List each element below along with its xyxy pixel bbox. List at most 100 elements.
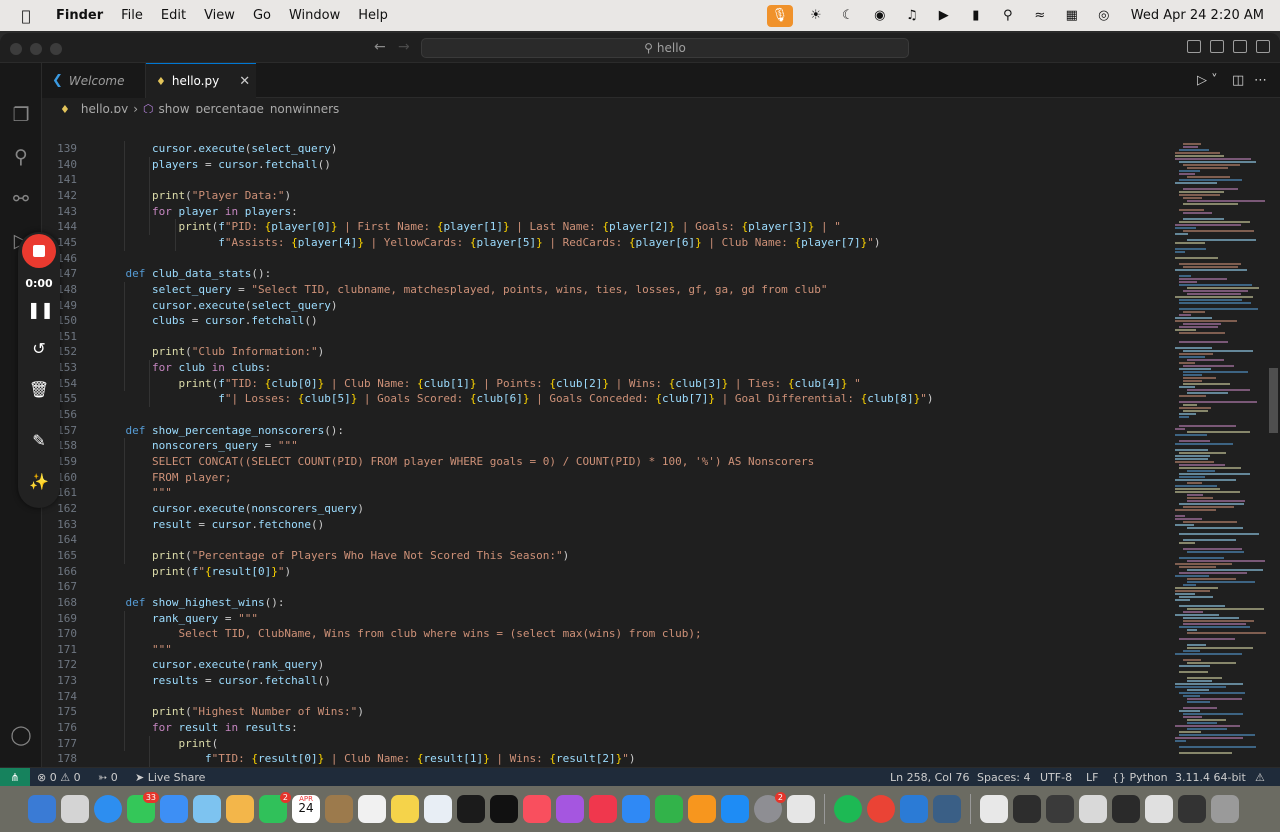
code-line[interactable]: 152 print("Club Information:") xyxy=(42,344,1167,360)
scrollbar-thumb[interactable] xyxy=(1269,368,1278,433)
menu-edit[interactable]: Edit xyxy=(161,8,186,23)
window-thumbnail-icon[interactable] xyxy=(1145,795,1173,823)
tab-welcome[interactable]: ❮ Welcome xyxy=(42,63,146,98)
vertical-scrollbar[interactable] xyxy=(1267,113,1280,769)
split-editor-icon[interactable]: ◫ xyxy=(1232,73,1244,88)
account-icon[interactable]: ◯ xyxy=(9,723,33,747)
live-share-button[interactable]: ➤ Live Share xyxy=(135,771,205,784)
code-line[interactable]: 145 f"Assists: {player[4]} | YellowCards… xyxy=(42,235,1167,251)
code-line[interactable]: 173 results = cursor.fetchall() xyxy=(42,673,1167,689)
moon-icon[interactable]: ☾ xyxy=(839,8,857,23)
menu-window[interactable]: Window xyxy=(289,8,340,23)
remote-indicator-icon[interactable]: ⋔ xyxy=(0,768,30,786)
code-line[interactable]: 153 for club in clubs: xyxy=(42,360,1167,376)
reminders-app-icon[interactable] xyxy=(358,795,386,823)
finder-app-icon[interactable] xyxy=(28,795,56,823)
facetime-app-icon[interactable]: 2 xyxy=(259,792,291,823)
vscode-app-icon[interactable] xyxy=(900,795,928,823)
code-line[interactable]: 163 result = cursor.fetchone() xyxy=(42,517,1167,533)
menu-file[interactable]: File xyxy=(121,8,143,23)
bell-icon[interactable]: ⚠ xyxy=(1255,771,1265,784)
command-center-search[interactable]: ⚲ hello xyxy=(421,38,909,58)
encoding[interactable]: UTF-8 xyxy=(1040,771,1072,784)
messages-app-icon[interactable]: 33 xyxy=(127,792,159,823)
launchpad-app-icon[interactable] xyxy=(61,795,89,823)
close-window-button[interactable] xyxy=(10,43,22,55)
code-line[interactable]: 155 f"| Losses: {club[5]} | Goals Scored… xyxy=(42,391,1167,407)
code-line[interactable]: 169 rank_query = """ xyxy=(42,611,1167,627)
search-icon[interactable]: ⚲ xyxy=(999,8,1017,23)
code-line[interactable]: 148 select_query = "Select TID, clubname… xyxy=(42,282,1167,298)
system-settings-app-icon[interactable]: 2 xyxy=(754,792,786,823)
code-line[interactable]: 178 f"TID: {result[0]} | Club Name: {res… xyxy=(42,751,1167,767)
window-thumbnail-icon[interactable] xyxy=(1013,795,1041,823)
code-line[interactable]: 141 xyxy=(42,172,1167,188)
roblox-app-icon[interactable] xyxy=(787,795,815,823)
wifi-icon[interactable]: ≈ xyxy=(1031,8,1049,23)
arrow-right-icon[interactable]: → xyxy=(398,39,410,55)
menu-clock[interactable]: Wed Apr 24 2:20 AM xyxy=(1131,8,1264,23)
brightness-icon[interactable]: ☀ xyxy=(807,8,825,23)
run-file-icon[interactable]: ▷ ˅ xyxy=(1197,73,1218,88)
window-thumbnail-icon[interactable] xyxy=(1112,795,1140,823)
document-icon[interactable] xyxy=(980,795,1008,823)
search-icon[interactable]: ⚲ xyxy=(9,145,33,169)
code-line[interactable]: 158 nonscorers_query = """ xyxy=(42,438,1167,454)
code-line[interactable]: 166 print(f"{result[0]}") xyxy=(42,564,1167,580)
source-control-icon[interactable]: ⚯ xyxy=(9,187,33,211)
control-center-icon[interactable]: ▦ xyxy=(1063,8,1081,23)
keynote-app-icon[interactable] xyxy=(622,795,650,823)
more-actions-icon[interactable]: ⋯ xyxy=(1254,73,1267,88)
effects-wand-icon[interactable]: ✨ xyxy=(27,470,51,494)
window-thumbnail-icon[interactable] xyxy=(1079,795,1107,823)
headphones-icon[interactable]: ♫ xyxy=(903,8,921,23)
trash-icon[interactable] xyxy=(1211,795,1239,823)
code-line[interactable]: 151 xyxy=(42,329,1167,345)
calendar-app-icon[interactable]: APR 24 xyxy=(292,795,320,823)
minimize-window-button[interactable] xyxy=(30,43,42,55)
code-line[interactable]: 156 xyxy=(42,407,1167,423)
toggle-secondary-sidebar-icon[interactable] xyxy=(1233,40,1247,53)
arrow-left-icon[interactable]: ← xyxy=(374,39,386,55)
language-mode[interactable]: {} Python xyxy=(1112,771,1168,784)
app-store-app-icon[interactable] xyxy=(721,795,749,823)
code-editor[interactable]: 139 cursor.execute(select_query) 140 play… xyxy=(42,113,1167,769)
explorer-files-icon[interactable]: ❐ xyxy=(9,103,33,127)
mail-app-icon[interactable] xyxy=(160,795,188,823)
pause-icon[interactable]: ❚❚ xyxy=(27,298,54,322)
code-line[interactable]: 170 Select TID, ClubName, Wins from club… xyxy=(42,626,1167,642)
mysql-workbench-app-icon[interactable] xyxy=(933,795,961,823)
code-line[interactable]: 177 print( xyxy=(42,736,1167,752)
siri-icon[interactable]: ◎ xyxy=(1095,8,1113,23)
code-line[interactable]: 172 cursor.execute(rank_query) xyxy=(42,657,1167,673)
code-line[interactable]: 139 cursor.execute(select_query) xyxy=(42,141,1167,157)
apple-tv-app-icon[interactable] xyxy=(490,795,518,823)
window-thumbnail-icon[interactable] xyxy=(1046,795,1074,823)
code-line[interactable]: 159 SELECT CONCAT((SELECT COUNT(PID) FRO… xyxy=(42,454,1167,470)
problems-indicator[interactable]: ⊗ 0 ⚠ 0 xyxy=(37,771,81,784)
code-line[interactable]: 167 xyxy=(42,579,1167,595)
code-line[interactable]: 150 clubs = cursor.fetchall() xyxy=(42,313,1167,329)
code-line[interactable]: 147 def club_data_stats(): xyxy=(42,266,1167,282)
microphone-icon[interactable]: 🎙 xyxy=(766,4,793,27)
apple-icon[interactable]:  xyxy=(16,7,36,25)
code-line[interactable]: 142 print("Player Data:") xyxy=(42,188,1167,204)
photos-app-icon[interactable] xyxy=(226,795,254,823)
freeform-app-icon[interactable] xyxy=(424,795,452,823)
indentation[interactable]: Spaces: 4 xyxy=(977,771,1030,784)
battery-icon[interactable]: ▮ xyxy=(967,8,985,23)
numbers-app-icon[interactable] xyxy=(655,795,683,823)
code-line[interactable]: 168 def show_highest_wins(): xyxy=(42,595,1167,611)
toggle-panel-icon[interactable] xyxy=(1210,40,1224,53)
code-line[interactable]: 161 """ xyxy=(42,485,1167,501)
code-line[interactable]: 154 print(f"TID: {club[0]} | Club Name: … xyxy=(42,376,1167,392)
close-icon[interactable]: ✕ xyxy=(239,74,250,89)
code-line[interactable]: 174 xyxy=(42,689,1167,705)
code-line[interactable]: 171 """ xyxy=(42,642,1167,658)
code-line[interactable]: 164 xyxy=(42,532,1167,548)
news-app-icon[interactable] xyxy=(589,795,617,823)
code-line[interactable]: 176 for result in results: xyxy=(42,720,1167,736)
zoom-window-button[interactable] xyxy=(50,43,62,55)
code-line[interactable]: 162 cursor.execute(nonscorers_query) xyxy=(42,501,1167,517)
chrome-app-icon[interactable] xyxy=(867,795,895,823)
